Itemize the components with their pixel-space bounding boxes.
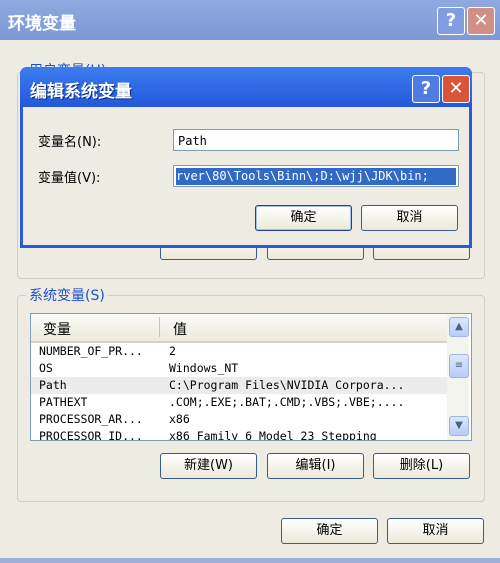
edit-system-variable-dialog: 编辑系统变量 ? ✕ 变量名(N): Path 变量值(V): rver\80\…: [20, 67, 472, 248]
list-row[interactable]: PROCESSOR_AR... x86: [31, 411, 447, 428]
dialog-ok-button[interactable]: 确定: [255, 205, 352, 231]
outer-help-button[interactable]: ?: [437, 7, 465, 35]
variable-value-label: 变量值(V):: [38, 171, 101, 186]
scroll-down-arrow-icon[interactable]: ▼: [449, 416, 469, 436]
list-row[interactable]: NUMBER_OF_PR... 2: [31, 343, 447, 360]
dialog-cancel-button[interactable]: 取消: [361, 205, 458, 231]
row-name: PROCESSOR_ID...: [39, 429, 143, 441]
variable-value-input[interactable]: rver\80\Tools\Binn\;D:\wjj\JDK\bin;: [173, 165, 459, 187]
outer-window-title: 环境变量: [8, 14, 76, 34]
variable-name-input[interactable]: Path: [173, 129, 459, 151]
dialog-help-button[interactable]: ?: [412, 75, 440, 103]
row-value: .COM;.EXE;.BAT;.CMD;.VBS;.VBE;....: [169, 395, 405, 409]
scroll-thumb[interactable]: ≡: [449, 354, 469, 378]
dialog-body: 变量名(N): Path 变量值(V): rver\80\Tools\Binn\…: [23, 107, 469, 245]
system-delete-button[interactable]: 删除(L): [373, 453, 470, 479]
dialog-close-button[interactable]: ✕: [442, 75, 470, 103]
variable-value-selected-text: rver\80\Tools\Binn\;D:\wjj\JDK\bin;: [176, 168, 456, 185]
row-name: PATHEXT: [39, 395, 88, 409]
list-row-selected[interactable]: Path C:\Program Files\NVIDIA Corpora...: [31, 377, 447, 394]
list-row[interactable]: PATHEXT .COM;.EXE;.BAT;.CMD;.VBS;.VBE;...…: [31, 394, 447, 411]
row-name: Path: [39, 378, 67, 392]
window-bottom-border: [0, 558, 500, 563]
row-value: x86 Family 6 Model 23 Stepping: [169, 429, 377, 441]
column-divider[interactable]: [159, 317, 160, 337]
column-header-value[interactable]: 值: [173, 319, 187, 339]
row-name: OS: [39, 361, 53, 375]
list-header: 变量 值: [31, 314, 447, 343]
outer-close-button[interactable]: ✕: [467, 7, 495, 35]
outer-title-bar: 环境变量 ? ✕: [0, 0, 500, 40]
row-name: PROCESSOR_AR...: [39, 412, 143, 426]
row-value: Windows_NT: [169, 361, 239, 375]
dialog-title: 编辑系统变量: [30, 82, 132, 102]
cancel-button[interactable]: 取消: [387, 518, 484, 544]
system-vars-label: 系统变量(S): [26, 285, 108, 305]
row-value: 2: [169, 344, 176, 358]
dialog-title-bar: 编辑系统变量 ? ✕: [20, 67, 472, 107]
scroll-up-arrow-icon[interactable]: ▲: [449, 317, 469, 337]
system-vars-list[interactable]: 变量 值 NUMBER_OF_PR... 2 OS Windows_NT Path C…: [30, 313, 472, 441]
variable-name-label: 变量名(N):: [38, 135, 102, 150]
system-new-button[interactable]: 新建(W): [160, 453, 257, 479]
row-name: NUMBER_OF_PR...: [39, 344, 143, 358]
ok-button[interactable]: 确定: [281, 518, 378, 544]
list-row[interactable]: PROCESSOR_ID... x86 Family 6 Model 23 Ste…: [31, 428, 447, 441]
column-header-name[interactable]: 变量: [43, 319, 71, 339]
list-row[interactable]: OS Windows_NT: [31, 360, 447, 377]
row-value: x86: [169, 412, 190, 426]
row-value: C:\Program Files\NVIDIA Corpora...: [169, 378, 405, 392]
vertical-scrollbar[interactable]: ▲ ≡ ▼: [447, 314, 469, 440]
system-edit-button[interactable]: 编辑(I): [267, 453, 364, 479]
